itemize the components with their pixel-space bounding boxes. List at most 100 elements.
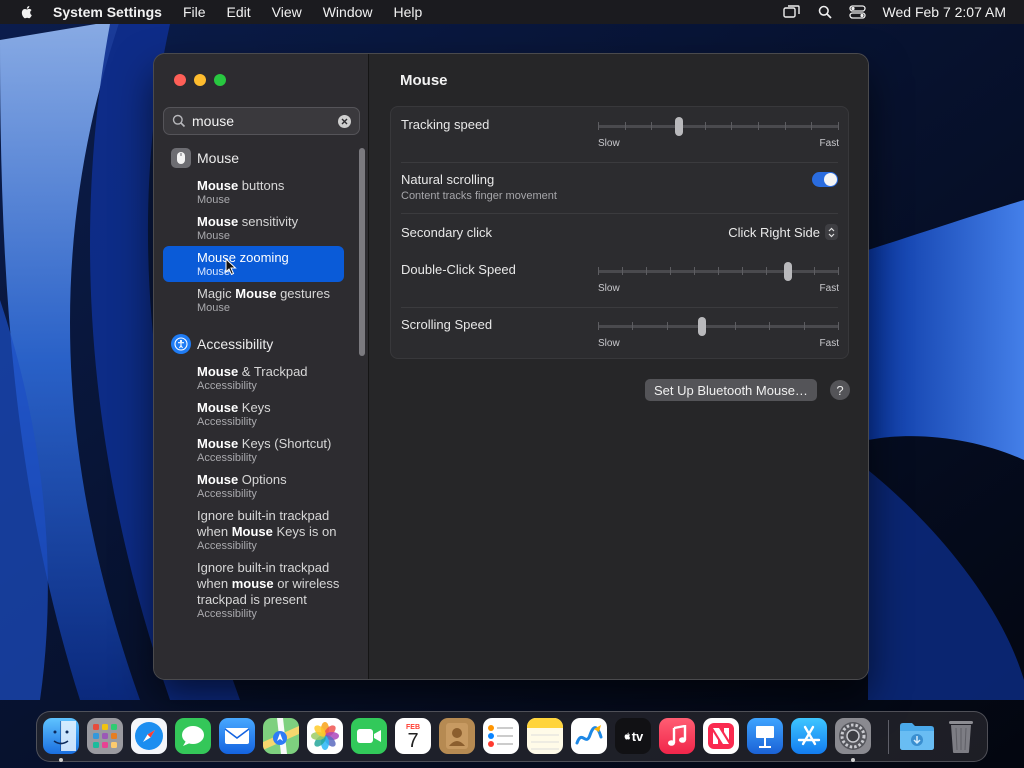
secondary-click-row: Secondary click Click Right Side <box>391 214 848 252</box>
double-click-speed-slider[interactable]: Slow Fast <box>598 262 839 300</box>
reminders-icon[interactable] <box>483 718 519 754</box>
search-input[interactable] <box>192 113 332 129</box>
result-item-ignore-trackpad-mouse-keys[interactable]: Ignore built-in trackpad when Mouse Keys… <box>163 504 344 556</box>
messages-icon[interactable] <box>175 718 211 754</box>
apple-menu-icon[interactable] <box>19 4 35 20</box>
news-icon[interactable] <box>703 718 739 754</box>
finder-icon[interactable] <box>43 718 79 754</box>
result-title-rest: Keys <box>238 400 271 415</box>
spotlight-search-icon[interactable] <box>816 3 834 21</box>
slider-tick <box>742 267 743 275</box>
slider-tick <box>758 122 759 130</box>
match-text: Mouse <box>197 472 239 487</box>
maps-icon[interactable] <box>263 718 299 754</box>
slider-tick <box>651 122 652 130</box>
slider-max-label: Fast <box>819 338 839 349</box>
set-up-bluetooth-mouse-button[interactable]: Set Up Bluetooth Mouse… <box>645 379 817 401</box>
screen-mirroring-icon[interactable] <box>783 3 801 21</box>
slider-tick <box>766 267 767 275</box>
search-field[interactable] <box>163 107 360 135</box>
content-pane: Mouse Tracking speed Slow Fast Natural s… <box>370 54 868 679</box>
system-settings-icon[interactable] <box>835 718 871 754</box>
apple-tv-label: tv <box>631 728 644 744</box>
clear-search-icon[interactable] <box>338 115 351 128</box>
natural-scrolling-label: Natural scrolling <box>401 172 495 187</box>
sidebar-scrollbar[interactable] <box>359 148 365 356</box>
slider-tick <box>731 122 732 130</box>
result-group-accessibility[interactable]: Accessibility <box>163 332 353 356</box>
result-item-ignore-trackpad-wireless[interactable]: Ignore built-in trackpad when mouse or w… <box>163 556 344 624</box>
music-icon[interactable] <box>659 718 695 754</box>
close-window-button[interactable] <box>174 74 186 86</box>
calendar-icon[interactable]: FEB 7 <box>395 718 431 754</box>
slider-thumb[interactable] <box>698 317 706 336</box>
trash-icon[interactable] <box>943 718 979 754</box>
menu-bar-clock[interactable]: Wed Feb 7 2:07 AM <box>883 4 1006 20</box>
result-subtitle: Mouse <box>197 302 231 314</box>
photos-icon[interactable] <box>307 718 343 754</box>
facetime-icon[interactable] <box>351 718 387 754</box>
secondary-click-label: Secondary click <box>401 225 493 240</box>
double-click-speed-label: Double-Click Speed <box>401 262 516 277</box>
result-group-mouse[interactable]: Mouse <box>163 146 353 170</box>
freeform-icon[interactable] <box>571 718 607 754</box>
result-subtitle: Accessibility <box>197 540 257 552</box>
zoom-window-button[interactable] <box>214 74 226 86</box>
launchpad-icon[interactable] <box>87 718 123 754</box>
app-name-menu[interactable]: System Settings <box>53 4 162 20</box>
secondary-click-popup[interactable]: Click Right Side <box>728 224 838 240</box>
result-item-mouse-options[interactable]: Mouse Options Accessibility <box>163 468 344 504</box>
control-center-icon[interactable] <box>849 3 867 21</box>
slider-tick <box>694 267 695 275</box>
result-item-mouse-sensitivity[interactable]: Mouse sensitivity Mouse <box>163 210 344 246</box>
result-item-magic-mouse-gestures[interactable]: Magic Mouse gestures Mouse <box>163 282 344 318</box>
result-item-mouse-zooming[interactable]: Mouse zooming Mouse <box>163 246 344 282</box>
tracking-speed-slider[interactable]: Slow Fast <box>598 117 839 155</box>
slider-tick <box>804 322 805 330</box>
slider-tick <box>838 122 839 130</box>
menu-window[interactable]: Window <box>323 4 373 20</box>
menu-edit[interactable]: Edit <box>227 4 251 20</box>
result-item-mouse-keys-shortcut[interactable]: Mouse Keys (Shortcut) Accessibility <box>163 432 344 468</box>
slider-track <box>598 125 839 128</box>
help-button[interactable]: ? <box>830 380 850 400</box>
contacts-icon[interactable] <box>439 718 475 754</box>
safari-icon[interactable] <box>131 718 167 754</box>
sidebar: Mouse Mouse buttons Mouse Mouse sensitiv… <box>154 54 369 679</box>
tracking-speed-row: Tracking speed Slow Fast <box>391 107 848 162</box>
downloads-folder-icon[interactable] <box>899 718 935 754</box>
slider-thumb[interactable] <box>784 262 792 281</box>
menu-view[interactable]: View <box>272 4 302 20</box>
notes-icon[interactable] <box>527 718 563 754</box>
minimize-window-button[interactable] <box>194 74 206 86</box>
result-item-mouse-trackpad[interactable]: Mouse & Trackpad Accessibility <box>163 360 344 396</box>
result-item-mouse-keys[interactable]: Mouse Keys Accessibility <box>163 396 344 432</box>
app-store-icon[interactable] <box>791 718 827 754</box>
slider-tick <box>785 122 786 130</box>
match-text: Mouse <box>197 364 239 379</box>
apple-tv-icon[interactable]: tv <box>615 718 651 754</box>
slider-max-label: Fast <box>819 283 839 294</box>
match-text: Mouse <box>235 286 277 301</box>
result-item-mouse-buttons[interactable]: Mouse buttons Mouse <box>163 174 344 210</box>
dock: FEB 7 tv <box>36 711 988 762</box>
menu-file[interactable]: File <box>183 4 206 20</box>
slider-max-label: Fast <box>819 138 839 149</box>
slider-track <box>598 325 839 328</box>
match-text: Mouse <box>197 400 239 415</box>
natural-scrolling-toggle[interactable] <box>812 172 838 187</box>
menu-bar: System Settings File Edit View Window He… <box>0 0 1024 24</box>
natural-scrolling-row: Natural scrolling Content tracks finger … <box>391 163 848 213</box>
mail-icon[interactable] <box>219 718 255 754</box>
slider-tick <box>769 322 770 330</box>
chevron-up-down-icon <box>825 224 838 240</box>
slider-thumb[interactable] <box>675 117 683 136</box>
scrolling-speed-slider[interactable]: Slow Fast <box>598 317 839 355</box>
slider-tick <box>811 122 812 130</box>
toggle-knob <box>824 173 837 186</box>
keynote-icon[interactable] <box>747 718 783 754</box>
dock-separator <box>888 720 889 754</box>
result-title-rest: buttons <box>238 178 285 193</box>
result-title-rest: Options <box>238 472 287 487</box>
menu-help[interactable]: Help <box>394 4 423 20</box>
